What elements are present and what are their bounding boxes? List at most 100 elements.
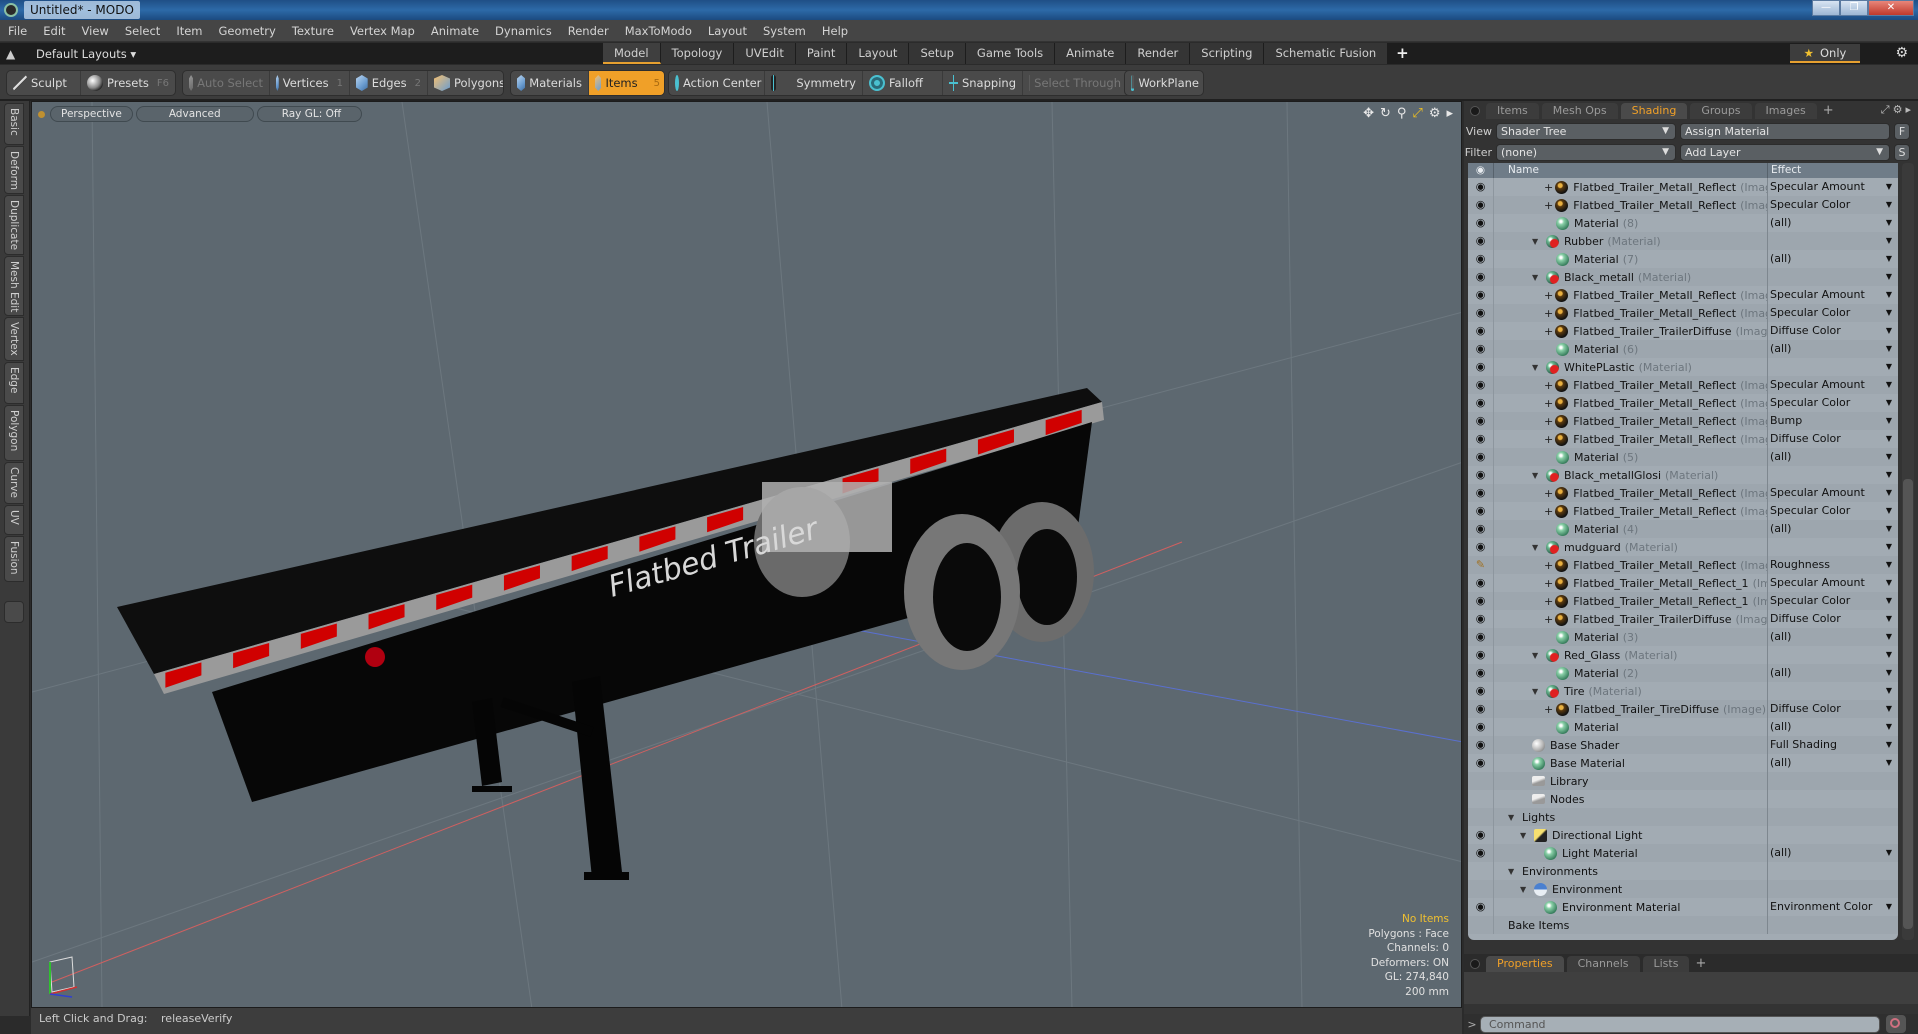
- view-type-dropdown[interactable]: Perspective: [50, 106, 133, 122]
- add-tab-button[interactable]: +: [1695, 956, 1706, 972]
- sculpt-button[interactable]: Sculpt: [7, 71, 82, 95]
- row-effect-cell[interactable]: (all) ▼: [1768, 214, 1898, 232]
- shader-tree-row[interactable]: ◉ Material (7) (all) ▼: [1468, 250, 1898, 268]
- shader-tree-row[interactable]: ◉ + Flatbed_Trailer_Metall_Reflect(Imag…Sp…: [1468, 196, 1898, 214]
- visibility-eye-icon[interactable]: ◉: [1468, 196, 1494, 214]
- shader-tree-row[interactable]: ◉ ▼ Directional Light: [1468, 826, 1898, 844]
- shader-tree-row[interactable]: ◉ Material (3) (all) ▼: [1468, 628, 1898, 646]
- shader-tree-row[interactable]: ◉ Material (5) (all) ▼: [1468, 448, 1898, 466]
- name-column-header[interactable]: Name: [1494, 163, 1768, 178]
- effect-dropdown-icon[interactable]: ▼: [1886, 718, 1892, 736]
- viewport-options-dot[interactable]: [38, 110, 45, 118]
- effect-dropdown-icon[interactable]: ▼: [1886, 556, 1892, 574]
- collapse-triangle-icon[interactable]: ▼: [1532, 687, 1542, 696]
- expand-plus-icon[interactable]: +: [1544, 325, 1553, 338]
- menu-render[interactable]: Render: [560, 20, 617, 42]
- shader-tree-row[interactable]: ◉ Material (all) ▼: [1468, 718, 1898, 736]
- effect-dropdown-icon[interactable]: ▼: [1886, 268, 1892, 286]
- effect-dropdown-icon[interactable]: ▼: [1886, 520, 1892, 538]
- effect-dropdown-icon[interactable]: ▼: [1886, 322, 1892, 340]
- row-effect-cell[interactable]: Specular Amount ▼: [1768, 376, 1898, 394]
- panel-menu-dot[interactable]: [1470, 959, 1480, 969]
- shader-tree-row[interactable]: ◉ Material (2) (all) ▼: [1468, 664, 1898, 682]
- visibility-eye-icon[interactable]: ◉: [1468, 358, 1494, 376]
- row-effect-cell[interactable]: Full Shading ▼: [1768, 736, 1898, 754]
- auto-select-button[interactable]: Auto Select: [183, 71, 270, 95]
- shader-tree-row[interactable]: ◉ + Flatbed_Trailer_TrailerDiffuse(Image…D…: [1468, 322, 1898, 340]
- palette-tab-deform[interactable]: Deform: [4, 146, 24, 194]
- effect-dropdown-icon[interactable]: ▼: [1886, 358, 1892, 376]
- f-button[interactable]: F: [1894, 122, 1910, 140]
- effect-dropdown-icon[interactable]: ▼: [1886, 592, 1892, 610]
- shader-tree-row[interactable]: ◉ + Flatbed_Trailer_Metall_Reflect(Imag…Sp…: [1468, 502, 1898, 520]
- menu-vertex-map[interactable]: Vertex Map: [342, 20, 423, 42]
- row-effect-cell[interactable]: (all) ▼: [1768, 250, 1898, 268]
- shader-tree-row[interactable]: ◉ + Flatbed_Trailer_Metall_Reflect(Imag…Sp…: [1468, 178, 1898, 196]
- pan-icon[interactable]: ✥: [1363, 106, 1374, 121]
- visibility-eye-icon[interactable]: ◉: [1468, 538, 1494, 556]
- shader-tree-row[interactable]: ◉ + Flatbed_Trailer_Metall_Reflect(Imag…Sp…: [1468, 304, 1898, 322]
- effect-dropdown-icon[interactable]: ▼: [1886, 250, 1892, 268]
- collapse-triangle-icon[interactable]: ▼: [1532, 471, 1542, 480]
- collapse-triangle-icon[interactable]: ▼: [1520, 885, 1530, 894]
- shader-tree-row[interactable]: ✎ + Flatbed_Trailer_Metall_Reflect(Imag…Ro…: [1468, 556, 1898, 574]
- shader-tree-row[interactable]: ◉ Base Shader Full Shading ▼: [1468, 736, 1898, 754]
- shader-tree-row[interactable]: ◉ Material (8) (all) ▼: [1468, 214, 1898, 232]
- gear-icon[interactable]: ⚙: [1429, 106, 1441, 121]
- add-layer-dropdown[interactable]: Add Layer ▼: [1680, 143, 1890, 161]
- shader-tree-row[interactable]: ◉ ▼ Red_Glass (Material) ▼: [1468, 646, 1898, 664]
- effect-dropdown-icon[interactable]: ▼: [1886, 754, 1892, 772]
- visibility-eye-icon[interactable]: ◉: [1468, 286, 1494, 304]
- shader-tree-row[interactable]: Library: [1468, 772, 1898, 790]
- collapse-triangle-icon[interactable]: ▼: [1532, 543, 1542, 552]
- visibility-eye-icon[interactable]: ◉: [1468, 592, 1494, 610]
- maximize-icon[interactable]: ⤢: [1412, 106, 1422, 121]
- effect-dropdown-icon[interactable]: ▼: [1886, 628, 1892, 646]
- visibility-eye-icon[interactable]: ◉: [1468, 178, 1494, 196]
- panel-tab-mesh-ops[interactable]: Mesh Ops: [1541, 103, 1618, 119]
- visibility-eye-icon[interactable]: ◉: [1468, 466, 1494, 484]
- panel-tab-shading[interactable]: Shading: [1620, 103, 1688, 119]
- layout-tab-setup[interactable]: Setup: [909, 43, 966, 64]
- row-effect-cell[interactable]: (all) ▼: [1768, 844, 1898, 862]
- menu-help[interactable]: Help: [814, 20, 856, 42]
- shader-tree-row[interactable]: ◉ + Flatbed_Trailer_Metall_Reflect(Imag…Sp…: [1468, 286, 1898, 304]
- effect-dropdown-icon[interactable]: ▼: [1886, 412, 1892, 430]
- menu-texture[interactable]: Texture: [284, 20, 342, 42]
- row-effect-cell[interactable]: (all) ▼: [1768, 448, 1898, 466]
- assign-material-button[interactable]: Assign Material: [1680, 122, 1890, 140]
- paint-brush-icon[interactable]: ✎: [1468, 556, 1494, 574]
- effect-dropdown-icon[interactable]: ▼: [1886, 844, 1892, 862]
- record-macro-icon[interactable]: [1886, 1015, 1906, 1033]
- row-effect-cell[interactable]: (all) ▼: [1768, 718, 1898, 736]
- shader-tree-row[interactable]: ◉ + Flatbed_Trailer_Metall_Reflect(Imag…Sp…: [1468, 376, 1898, 394]
- shader-tree-row[interactable]: ▼ Environment: [1468, 880, 1898, 898]
- effect-dropdown-icon[interactable]: ▼: [1886, 178, 1892, 196]
- menu-dynamics[interactable]: Dynamics: [487, 20, 560, 42]
- expand-plus-icon[interactable]: +: [1544, 505, 1553, 518]
- row-effect-cell[interactable]: ▼: [1768, 232, 1898, 250]
- presets-button[interactable]: Presets F6: [81, 71, 175, 95]
- expand-arrow-icon[interactable]: ▸: [1446, 106, 1453, 121]
- menu-animate[interactable]: Animate: [423, 20, 487, 42]
- effect-dropdown-icon[interactable]: ▼: [1886, 610, 1892, 628]
- visibility-eye-icon[interactable]: ◉: [1468, 682, 1494, 700]
- panel-menu-dot[interactable]: [1470, 106, 1480, 116]
- snapping-button[interactable]: Snapping: [943, 71, 1023, 95]
- menu-system[interactable]: System: [755, 20, 814, 42]
- visibility-eye-icon[interactable]: ◉: [1468, 574, 1494, 592]
- 3d-viewport[interactable]: Perspective Advanced Ray GL: Off ✥ ↻ ⚲ ⤢…: [31, 101, 1462, 1008]
- expand-plus-icon[interactable]: +: [1544, 433, 1553, 446]
- shader-tree-row[interactable]: ◉ + Flatbed_Trailer_Metall_Reflect(Imag…Sp…: [1468, 394, 1898, 412]
- materials-button[interactable]: Materials: [511, 71, 589, 95]
- shader-tree-row[interactable]: ◉ Material (4) (all) ▼: [1468, 520, 1898, 538]
- visibility-eye-icon[interactable]: ◉: [1468, 520, 1494, 538]
- layout-tab-render[interactable]: Render: [1126, 43, 1191, 64]
- zoom-icon[interactable]: ⚲: [1397, 106, 1407, 121]
- visibility-eye-icon[interactable]: ◉: [1468, 484, 1494, 502]
- expand-plus-icon[interactable]: +: [1544, 379, 1553, 392]
- shader-tree-row[interactable]: ◉ Base Material (all) ▼: [1468, 754, 1898, 772]
- expand-arrow-icon[interactable]: ▸: [1905, 103, 1914, 116]
- row-effect-cell[interactable]: Specular Amount ▼: [1768, 574, 1898, 592]
- visibility-eye-icon[interactable]: ◉: [1468, 502, 1494, 520]
